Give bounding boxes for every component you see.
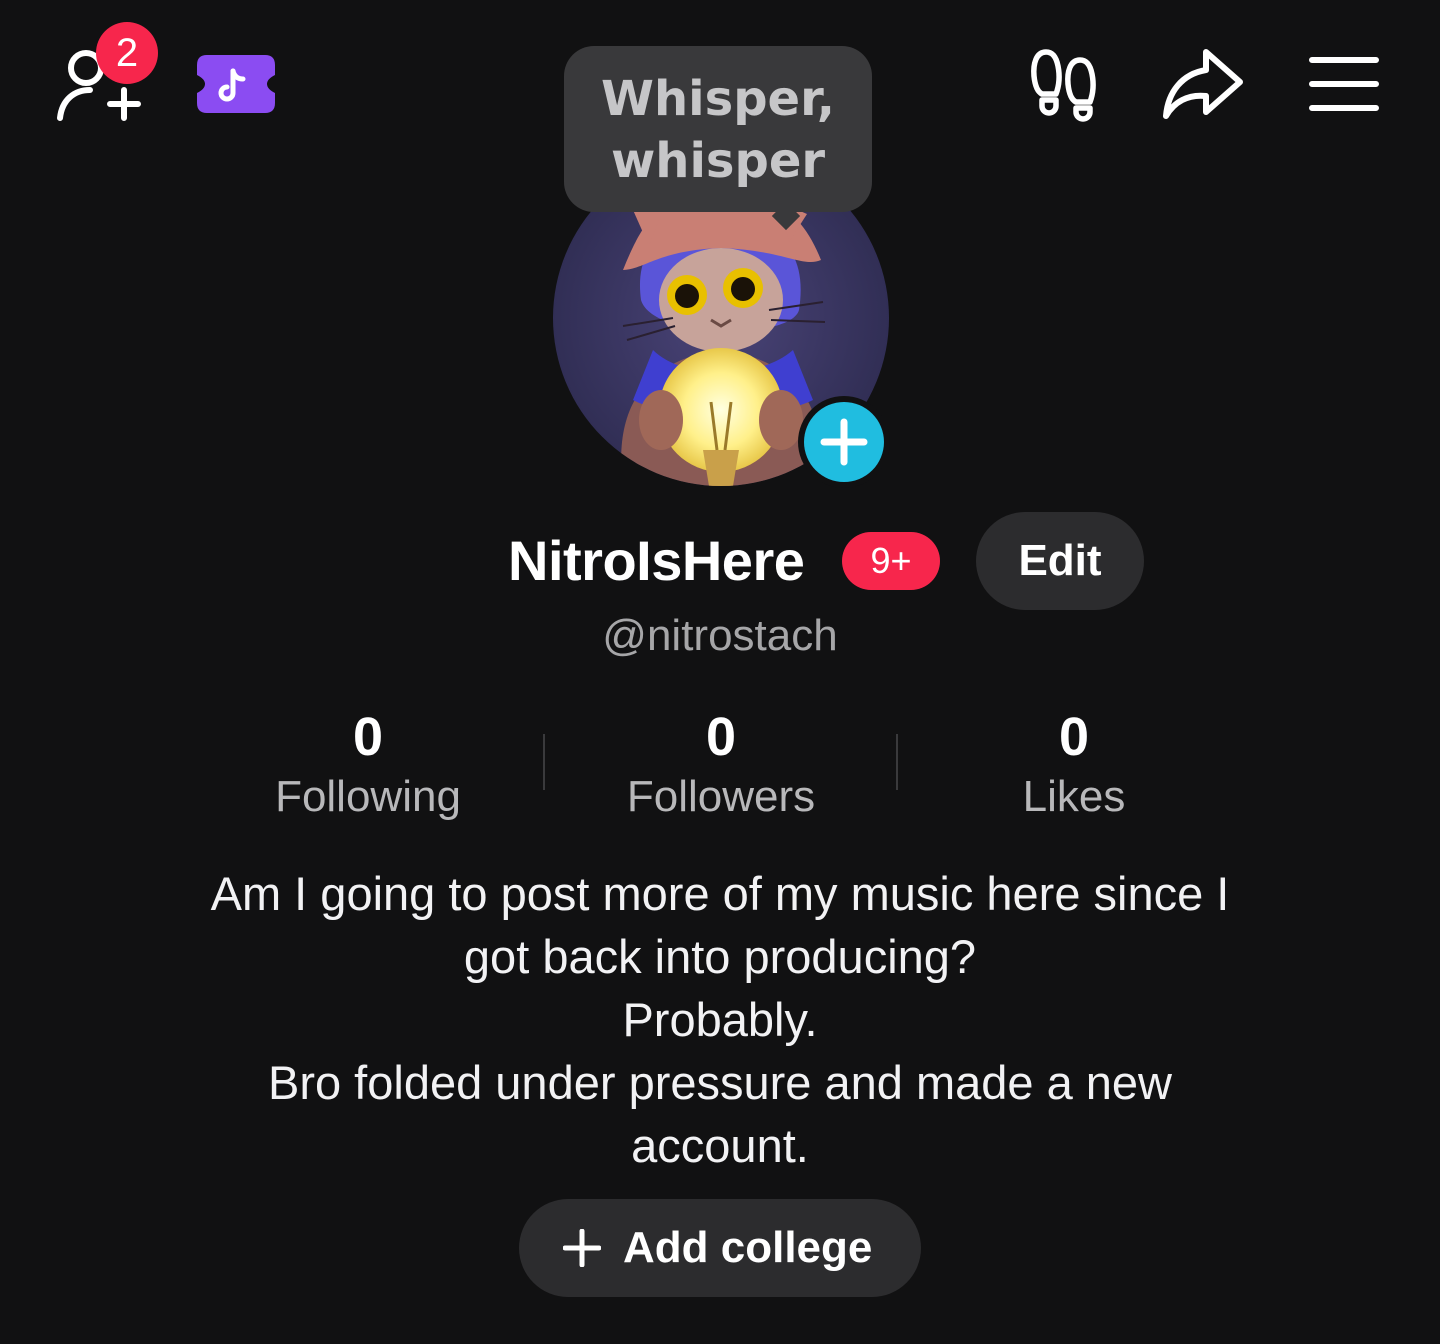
following-count: 0 [352, 707, 384, 767]
plus-icon [563, 1229, 601, 1267]
stat-divider [543, 734, 545, 790]
whisper-tooltip[interactable]: Whisper, whisper [564, 46, 872, 212]
stat-following[interactable]: 0 Following [218, 702, 518, 822]
add-avatar-button[interactable] [798, 396, 890, 488]
profile-bio[interactable]: Am I going to post more of my music here… [120, 862, 1320, 1177]
bio-line: Am I going to post more of my music here… [210, 867, 1230, 920]
user-handle: @nitrostach [602, 611, 838, 660]
tiktok-ticket-button[interactable] [197, 55, 275, 113]
add-college-button[interactable]: Add college [519, 1199, 921, 1297]
plus-circle-icon [804, 402, 884, 482]
footprints-icon [1031, 49, 1096, 122]
followers-label: Followers [626, 772, 816, 821]
tooltip-text: Whisper, whisper [601, 71, 835, 189]
bio-line: got back into producing? [463, 930, 977, 983]
share-arrow-icon [1163, 49, 1243, 119]
stat-likes[interactable]: 0 Likes [924, 702, 1224, 822]
bio-line: account. [631, 1119, 809, 1172]
likes-count: 0 [1058, 707, 1090, 767]
hamburger-menu-icon [1309, 57, 1379, 111]
display-name: NitroIsHere [508, 529, 805, 592]
likes-label: Likes [1022, 772, 1126, 821]
edit-profile-button[interactable]: Edit [976, 512, 1144, 610]
bio-line: Bro folded under pressure and made a new [267, 1056, 1172, 1109]
notification-badge: 2 [96, 22, 158, 84]
following-label: Following [275, 772, 461, 821]
stat-followers[interactable]: 0 Followers [571, 702, 871, 822]
share-button[interactable] [1160, 46, 1246, 122]
menu-button[interactable] [1308, 56, 1380, 112]
bio-line: Probably. [622, 993, 818, 1046]
followers-count: 0 [705, 707, 737, 767]
tiktok-ticket-icon [197, 55, 275, 113]
profile-views-button[interactable] [1030, 48, 1098, 122]
stat-divider [896, 734, 898, 790]
add-college-label: Add college [623, 1223, 873, 1272]
name-notification-badge[interactable]: 9+ [842, 532, 940, 590]
